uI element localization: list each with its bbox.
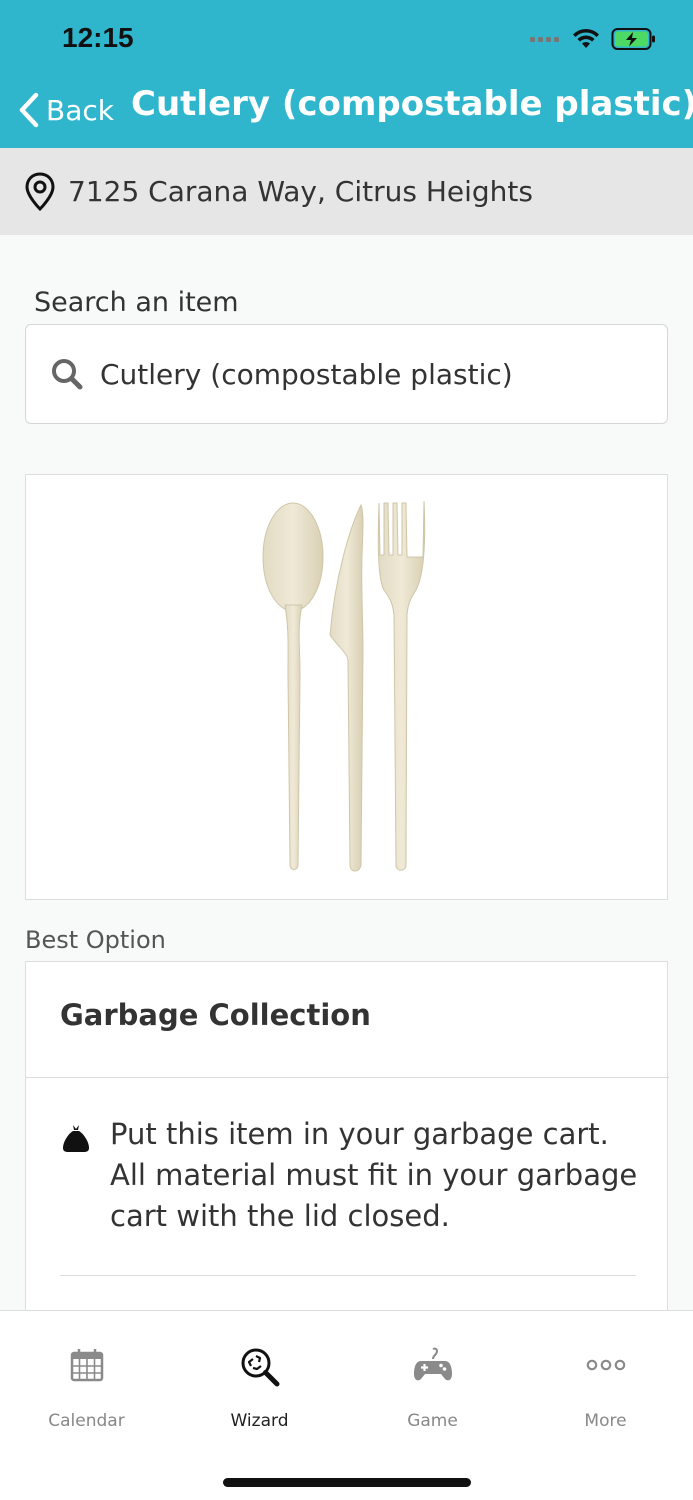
location-bar[interactable]: 7125 Carana Way, Citrus Heights — [0, 148, 693, 235]
tab-more[interactable]: More — [519, 1311, 692, 1441]
option-title: Garbage Collection — [60, 998, 371, 1032]
more-dots-icon — [586, 1359, 625, 1371]
status-time: 12:15 — [62, 22, 134, 53]
tab-bar: Calendar Wizard Game More — [0, 1310, 693, 1500]
location-pin-icon — [25, 171, 55, 211]
navigation-header: 12:15 Back Cutlery (compostable plastic) — [0, 0, 693, 148]
garbage-bag-icon — [63, 1125, 89, 1152]
calendar-icon — [70, 1349, 103, 1382]
gamepad-icon — [413, 1347, 452, 1381]
tab-label: Game — [407, 1411, 458, 1431]
back-label: Back — [46, 93, 114, 127]
tab-game[interactable]: Game — [346, 1311, 519, 1441]
location-address: 7125 Carana Way, Citrus Heights — [68, 175, 533, 208]
tab-label: Wizard — [230, 1411, 289, 1431]
screen: 12:15 Back Cutlery (compostable plastic)… — [0, 0, 693, 1500]
battery-charging-icon — [611, 28, 655, 50]
search-icon — [52, 359, 83, 390]
tab-label: More — [584, 1411, 627, 1431]
best-option-label: Best Option — [25, 926, 166, 954]
chevron-left-icon — [19, 92, 39, 128]
back-button[interactable]: Back — [18, 88, 114, 132]
option-description: Put this item in your garbage cart. All … — [110, 1117, 638, 1233]
tab-label: Calendar — [48, 1411, 125, 1431]
divider — [26, 1077, 669, 1078]
cellular-signal-icon — [530, 36, 559, 42]
status-icons — [530, 24, 657, 54]
wizard-recycle-search-icon — [241, 1348, 279, 1387]
tab-wizard[interactable]: Wizard — [173, 1311, 346, 1441]
cutlery-image — [262, 500, 426, 872]
tab-calendar[interactable]: Calendar — [0, 1311, 173, 1441]
home-indicator[interactable] — [223, 1478, 471, 1487]
search-input[interactable]: Cutlery (compostable plastic) — [25, 324, 668, 424]
item-image-card — [25, 474, 668, 900]
wifi-icon — [573, 28, 599, 48]
divider — [60, 1275, 636, 1276]
best-option-card[interactable]: Garbage Collection Put this item in your… — [25, 961, 669, 1361]
search-value: Cutlery (compostable plastic) — [100, 357, 513, 391]
search-label: Search an item — [34, 287, 239, 318]
page-title: Cutlery (compostable plastic) — [131, 84, 693, 124]
